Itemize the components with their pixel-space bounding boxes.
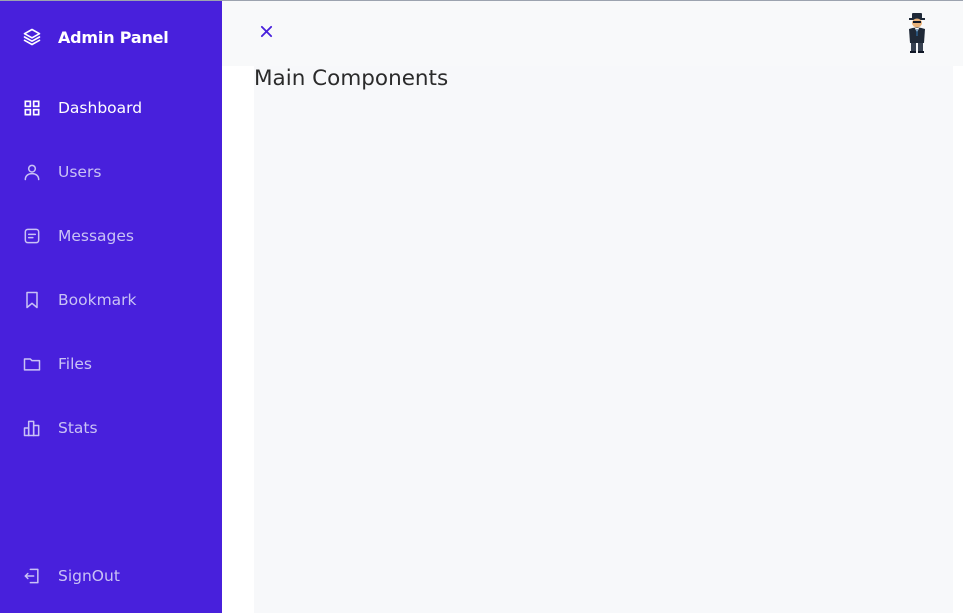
sidebar-item-label: Users (58, 163, 102, 181)
close-icon (260, 23, 273, 42)
grid-icon (22, 98, 42, 118)
layers-icon (22, 27, 42, 47)
sidebar-item-messages[interactable]: Messages (22, 225, 134, 247)
avatar-icon (904, 13, 930, 58)
sidebar-item-files[interactable]: Files (22, 353, 92, 375)
sidebar-item-label: Dashboard (58, 99, 143, 117)
sidebar-item-label: Messages (58, 227, 135, 245)
brand[interactable]: Admin Panel (22, 26, 169, 48)
sidebar-item-label: Bookmark (58, 291, 137, 309)
main-content: Main Components (254, 66, 953, 613)
logout-icon (22, 566, 42, 586)
folder-icon (22, 354, 42, 374)
sidebar-item-stats[interactable]: Stats (22, 417, 98, 439)
sidebar-item-label: Stats (58, 419, 98, 437)
topbar (222, 1, 963, 66)
sidebar-item-bookmark[interactable]: Bookmark (22, 289, 137, 311)
avatar[interactable] (904, 12, 930, 54)
sidebar: Admin Panel Dashboard Users Messages Boo… (0, 1, 222, 613)
bookmark-icon (22, 290, 42, 310)
user-icon (22, 162, 42, 182)
bar-chart-icon (22, 418, 42, 438)
sidebar-item-label: Files (58, 355, 93, 373)
message-icon (22, 226, 42, 246)
brand-title: Admin Panel (58, 27, 169, 47)
sidebar-item-users[interactable]: Users (22, 161, 101, 183)
signout-label: SignOut (58, 567, 120, 585)
close-button[interactable] (256, 22, 276, 42)
sidebar-item-dashboard[interactable]: Dashboard (22, 97, 142, 119)
page-title: Main Components (254, 66, 449, 91)
signout-button[interactable]: SignOut (22, 565, 120, 587)
